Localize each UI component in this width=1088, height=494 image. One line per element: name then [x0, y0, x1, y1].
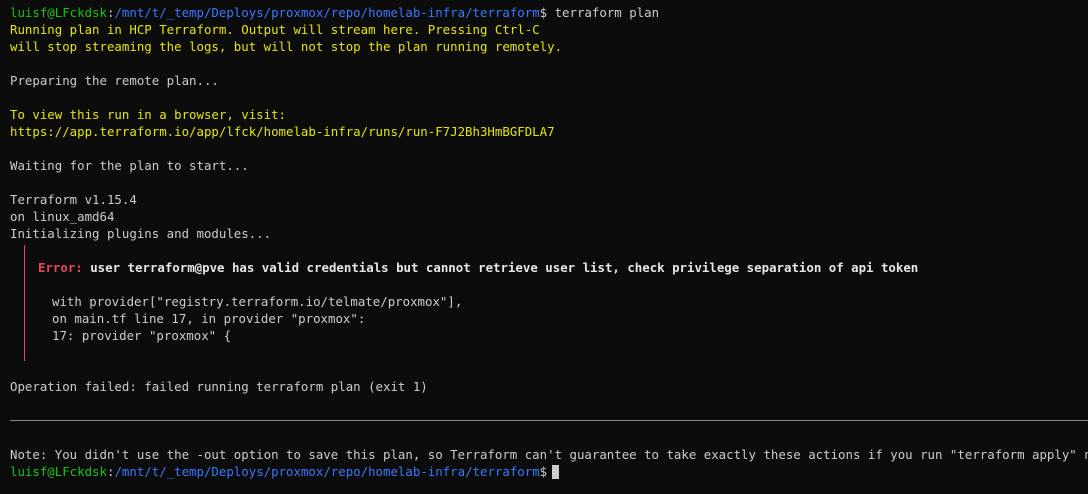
prompt-path: /mnt/t/_temp/Deploys/proxmox/repo/homela…	[114, 5, 540, 20]
initializing-text: Initializing plugins and modules...	[10, 226, 272, 241]
error-line: Error: user terraform@pve has valid cred…	[38, 259, 1088, 276]
prompt-path: /mnt/t/_temp/Deploys/proxmox/repo/homela…	[114, 464, 540, 479]
error-detail-provider: with provider["registry.terraform.io/tel…	[52, 294, 463, 309]
view-run-label: To view this run in a browser, visit:	[10, 107, 287, 122]
command-prompt-line: luisf@LFckdsk:/mnt/t/_temp/Deploys/proxm…	[10, 4, 1088, 21]
horizontal-separator	[10, 420, 1088, 421]
error-label: Error:	[38, 260, 83, 275]
error-detail-location: on main.tf line 17, in provider "proxmox…	[52, 311, 366, 326]
run-url-link[interactable]: https://app.terraform.io/app/lfck/homela…	[10, 123, 1088, 140]
error-message: user terraform@pve has valid credentials…	[82, 260, 919, 275]
prompt-command: terraform plan	[547, 5, 660, 20]
terraform-version: Terraform v1.15.4	[10, 192, 137, 207]
intro-line-2: will stop streaming the logs, but will n…	[10, 39, 563, 54]
note-text: Note: You didn't use the -out option to …	[10, 447, 1088, 462]
prompt-dollar: $	[539, 464, 548, 479]
text-cursor	[552, 465, 560, 479]
prompt-user-host: luisf@LFckdsk	[10, 464, 107, 479]
operation-failed-text: Operation failed: failed running terrafo…	[10, 379, 428, 394]
waiting-text: Waiting for the plan to start...	[10, 158, 249, 173]
error-block: Error: user terraform@pve has valid cred…	[24, 242, 1088, 361]
error-detail-code: 17: provider "proxmox" {	[52, 328, 232, 343]
intro-line-1: Running plan in HCP Terraform. Output wi…	[10, 22, 540, 37]
command-prompt-line[interactable]: luisf@LFckdsk:/mnt/t/_temp/Deploys/proxm…	[10, 463, 1088, 480]
preparing-text: Preparing the remote plan...	[10, 73, 219, 88]
platform-text: on linux_amd64	[10, 209, 115, 224]
prompt-user-host: luisf@LFckdsk	[10, 5, 107, 20]
